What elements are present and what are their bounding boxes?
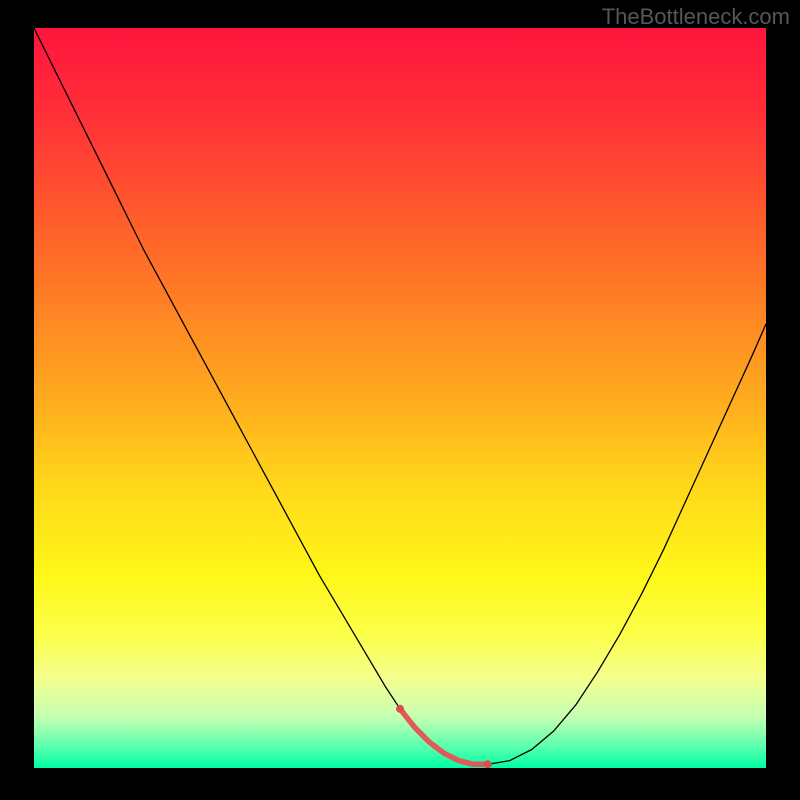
marker-point-0: [396, 705, 404, 713]
chart-svg: [34, 28, 766, 768]
chart-container: TheBottleneck.com: [0, 0, 800, 800]
marker-point-1: [484, 760, 492, 768]
chart-plot: [34, 28, 766, 768]
watermark-text: TheBottleneck.com: [602, 4, 790, 30]
chart-background: [34, 28, 766, 768]
